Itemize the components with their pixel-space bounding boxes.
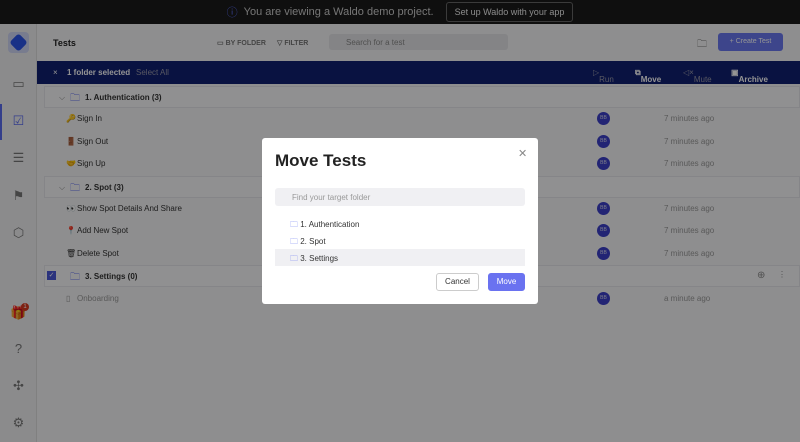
cancel-button[interactable]: Cancel bbox=[436, 273, 479, 291]
folder-icon: 🗀 bbox=[290, 220, 301, 229]
dialog-title: Move Tests bbox=[275, 151, 367, 170]
folder-icon: 🗀 bbox=[290, 237, 301, 246]
folder-option[interactable]: 🗀 3. Settings bbox=[275, 249, 525, 266]
folder-search-input[interactable]: Find your target folder bbox=[275, 188, 525, 206]
folder-option[interactable]: 🗀 1. Authentication bbox=[275, 215, 525, 232]
folder-option[interactable]: 🗀 2. Spot bbox=[275, 232, 525, 249]
folder-icon: 🗀 bbox=[290, 254, 301, 263]
move-confirm-button[interactable]: Move bbox=[488, 273, 525, 291]
move-tests-dialog: Move Tests ✕ Find your target folder 🗀 1… bbox=[262, 138, 538, 304]
close-icon[interactable]: ✕ bbox=[518, 147, 527, 160]
